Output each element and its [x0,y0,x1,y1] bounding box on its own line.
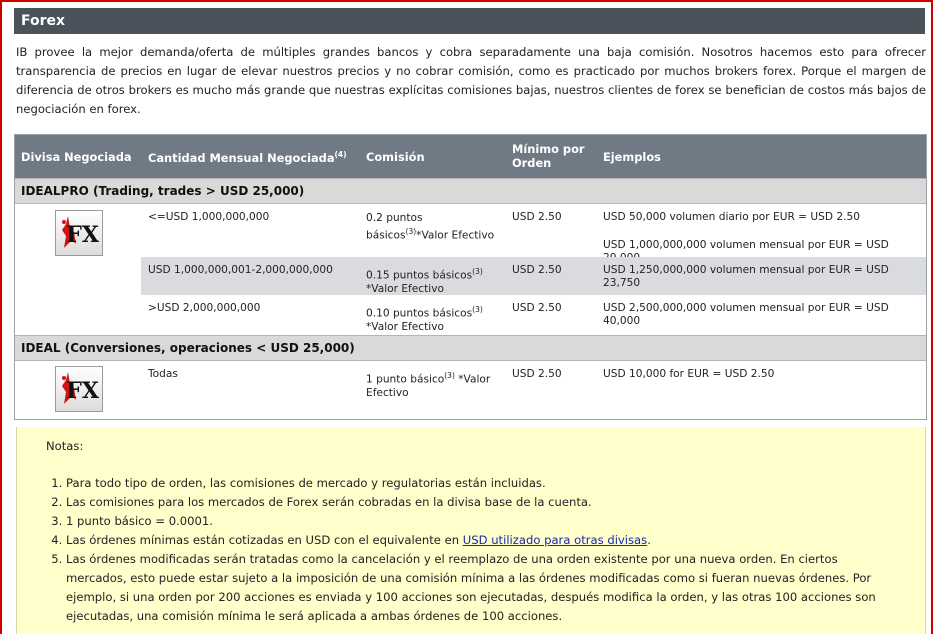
cell-comision: 0.2 puntos básicos(3)*Valor Efectivo [366,212,506,243]
page-title: Forex [21,13,66,29]
notes-title: Notas: [46,439,84,453]
cell-comision: 0.10 puntos básicos(3) *Valor Efectivo [366,303,506,334]
group-ideal: IDEAL (Conversiones, operaciones < USD 2… [15,335,926,361]
cell-cantidad: <=USD 1,000,000,000 [148,211,270,223]
table-row: <=USD 1,000,000,000 0.2 puntos básicos(3… [15,205,926,264]
col-cantidad-label: Cantidad Mensual Negociada [148,150,335,165]
cell-comision-b: *Valor Efectivo [366,282,444,295]
note-item: Las comisiones para los mercados de Fore… [66,493,897,512]
note-item-suffix: . [647,533,651,547]
cell-cantidad: Todas [148,368,178,380]
table-row: Todas 1 punto básico(3) *Valor Efectivo … [15,362,926,418]
section-title-bar: Forex [14,8,925,34]
col-ejemplos: Ejemplos [603,150,661,164]
group-ideal-label: IDEAL (Conversiones, operaciones < USD 2… [21,341,355,355]
intro-paragraph: IB provee la mejor demanda/oferta de múl… [16,45,926,116]
cell-comision-sup: (3) [444,371,455,380]
col-cantidad-sup: (4) [334,150,347,159]
cell-comision-sup: (3) [472,267,483,276]
cell-ejemplo: USD 50,000 volumen diario por EUR = USD … [603,211,861,223]
col-cantidad: Cantidad Mensual Negociada(4) [148,150,347,165]
cell-comision: 1 punto básico(3) *Valor Efectivo [366,369,506,400]
table-row: >USD 2,000,000,000 0.10 puntos básicos(3… [15,295,926,333]
cell-comision-a: 1 punto básico [366,373,445,386]
note-item: Las órdenes modificadas serán tratadas c… [66,550,897,626]
note-item: Para todo tipo de orden, las comisiones … [66,474,897,493]
cell-comision: 0.15 puntos básicos(3) *Valor Efectivo [366,265,506,296]
cell-comision-b: *Valor Efectivo [366,320,444,333]
cell-comision-a: 0.10 puntos básicos [366,307,473,320]
group-idealpro: IDEALPRO (Trading, trades > USD 25,000) [15,178,926,204]
cell-comision-a: 0.15 puntos básicos [366,269,473,282]
cell-comision-sup: (3) [472,305,483,314]
table-row: USD 1,000,000,001-2,000,000,000 0.15 pun… [141,257,926,295]
note-item: Las órdenes mínimas están cotizadas en U… [66,531,897,550]
cell-minimo: USD 2.50 [512,302,562,314]
cell-cantidad: USD 1,000,000,001-2,000,000,000 [148,264,333,276]
notes-box: Notas: Para todo tipo de orden, las comi… [16,427,926,634]
cell-comision-sup: (3) [405,227,417,236]
note-item-text: Las órdenes mínimas están cotizadas en U… [66,533,460,547]
commission-table: Divisa Negociada Cantidad Mensual Negoci… [14,134,927,420]
cell-cantidad: >USD 2,000,000,000 [148,302,261,314]
cell-comision-b: *Valor Efectivo [416,229,495,242]
cell-ejemplo: USD 2,500,000,000 volumen mensual por EU… [603,302,889,327]
cell-minimo: USD 2.50 [512,211,562,223]
notes-list: Para todo tipo de orden, las comisiones … [17,474,897,626]
col-divisa: Divisa Negociada [21,150,132,164]
cell-minimo: USD 2.50 [512,368,562,380]
cell-ejemplo: USD 1,250,000,000 volumen mensual por EU… [603,264,889,289]
group-idealpro-label: IDEALPRO (Trading, trades > USD 25,000) [21,184,305,198]
usd-other-currencies-link[interactable]: USD utilizado para otras divisas [463,533,647,547]
cell-minimo: USD 2.50 [512,264,562,276]
cell-ejemplo: USD 10,000 for EUR = USD 2.50 [603,368,775,380]
col-minimo: Mínimo por Orden [512,142,585,170]
note-item: 1 punto básico = 0.0001. [66,512,897,531]
table-header: Divisa Negociada Cantidad Mensual Negoci… [15,135,926,178]
col-comision: Comisión [366,150,425,164]
